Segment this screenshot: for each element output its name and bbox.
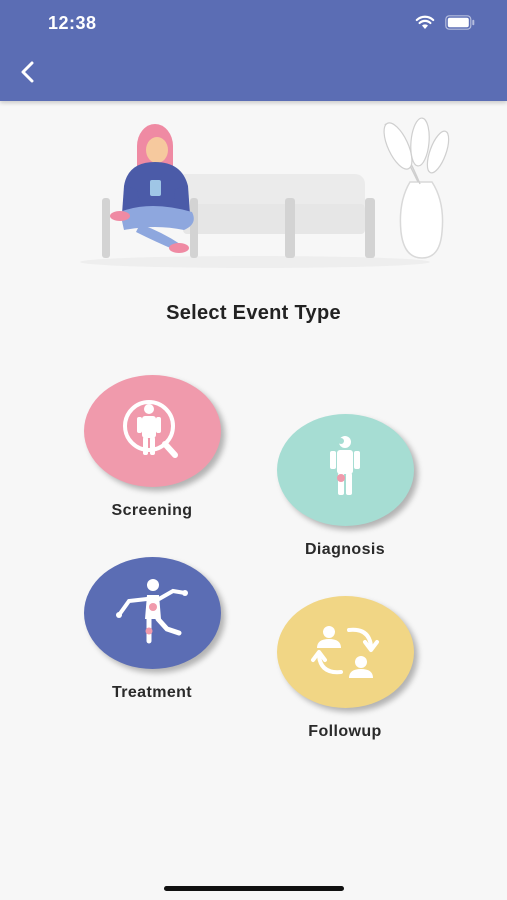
wifi-icon: [415, 14, 435, 35]
event-circle: [83, 557, 221, 669]
event-circle: [276, 596, 414, 708]
event-treatment[interactable]: Treatment: [77, 557, 227, 702]
event-label-followup: Followup: [308, 723, 382, 740]
status-time: 12:38: [48, 13, 97, 33]
diagnosis-icon: [310, 428, 380, 513]
back-button[interactable]: [12, 58, 44, 90]
page-title: Select Event Type: [166, 302, 341, 324]
event-circle: [83, 375, 221, 487]
event-circle: [276, 414, 414, 526]
event-label-diagnosis: Diagnosis: [304, 541, 386, 558]
followup-icon: [305, 610, 385, 695]
home-indicator[interactable]: [164, 886, 344, 891]
app-bar: 12:38: [0, 0, 507, 101]
event-diagnosis[interactable]: Diagnosis: [270, 414, 420, 559]
status-icons: [415, 14, 475, 35]
battery-icon: [445, 14, 475, 35]
event-label-treatment: Treatment: [111, 684, 193, 701]
hero-illustration: [80, 112, 460, 272]
event-screening[interactable]: Screening: [77, 375, 227, 520]
event-label-screening: Screening: [111, 502, 193, 519]
chevron-left-icon: [20, 61, 36, 88]
screening-icon: [112, 389, 192, 474]
event-followup[interactable]: Followup: [270, 596, 420, 741]
treatment-icon: [107, 571, 197, 656]
